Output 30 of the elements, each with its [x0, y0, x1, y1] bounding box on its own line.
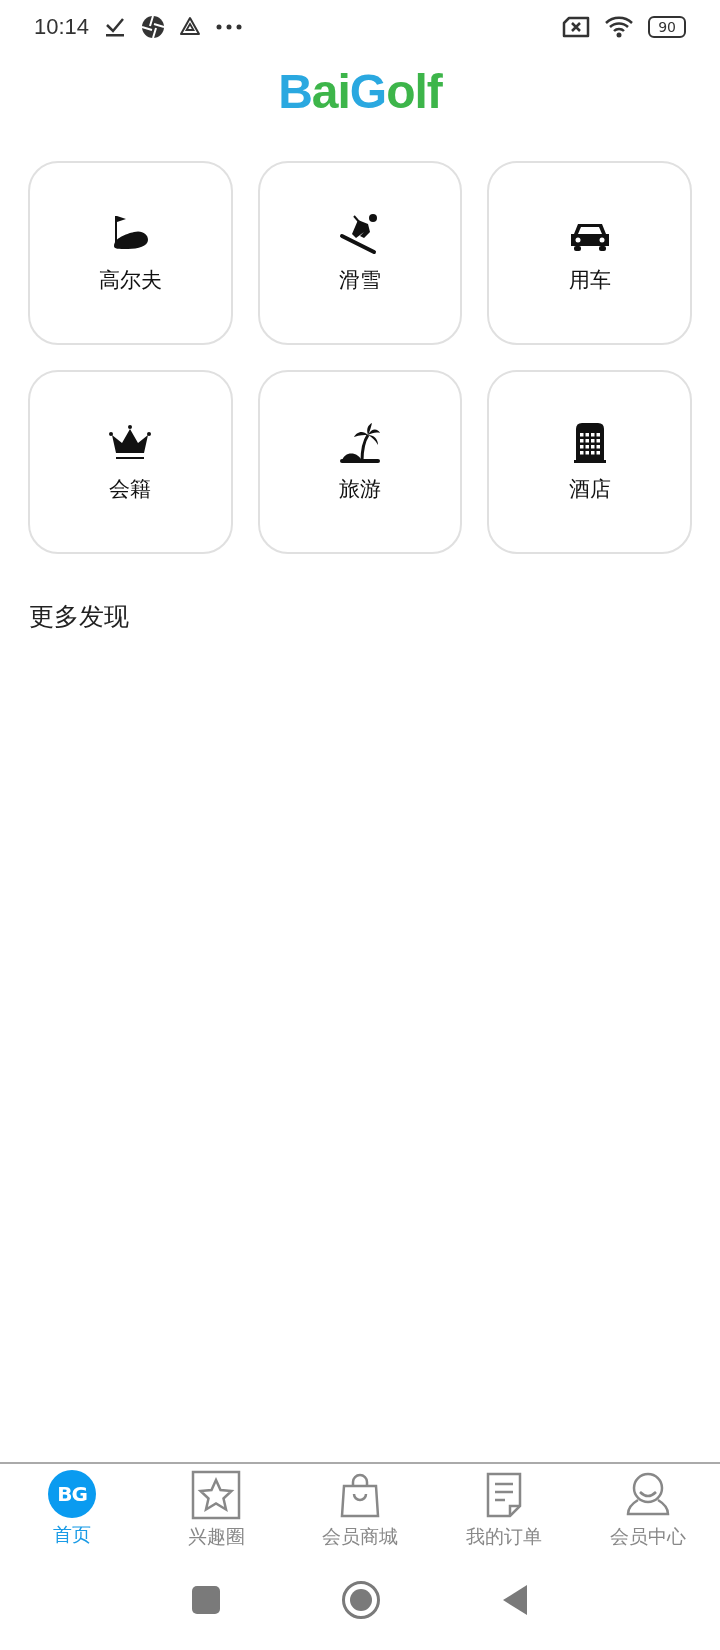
- category-label: 会籍: [109, 476, 152, 503]
- battery-level: 90: [648, 16, 686, 38]
- tab-label[interactable]: 我的订单: [466, 1524, 542, 1550]
- recents-button[interactable]: [191, 1585, 221, 1615]
- home-button[interactable]: [341, 1580, 381, 1620]
- palm-island-icon: [338, 421, 382, 465]
- back-button[interactable]: [501, 1583, 529, 1617]
- category-label: 旅游: [339, 476, 381, 503]
- category-card[interactable]: 高尔夫: [28, 161, 233, 345]
- no-sim-icon: [562, 16, 591, 38]
- status-time: 10:14: [34, 14, 90, 40]
- category-card[interactable]: 滑雪: [257, 161, 463, 345]
- section-title: 更多发现: [28, 601, 130, 633]
- category-label: 用车: [568, 267, 611, 294]
- tab-label[interactable]: 会员商城: [322, 1524, 398, 1550]
- logo-badge-icon: BG: [48, 1470, 96, 1518]
- category-label: 滑雪: [339, 267, 381, 294]
- category-card[interactable]: 用车: [487, 161, 692, 345]
- wifi-icon: [604, 15, 635, 39]
- category-label: 酒店: [568, 476, 611, 503]
- tab-label[interactable]: 兴趣圈: [187, 1524, 245, 1550]
- triangle-icon: [179, 16, 202, 38]
- tab-label[interactable]: 会员中心: [610, 1524, 686, 1550]
- category-card[interactable]: 酒店: [487, 370, 692, 554]
- category-card[interactable]: 会籍: [28, 370, 233, 554]
- aperture-icon: [141, 15, 166, 39]
- category-label: 高尔夫: [98, 267, 162, 294]
- more-dots-icon: [215, 23, 244, 31]
- category-card[interactable]: 旅游: [257, 370, 463, 554]
- app-logo: BaiGolf: [278, 64, 442, 119]
